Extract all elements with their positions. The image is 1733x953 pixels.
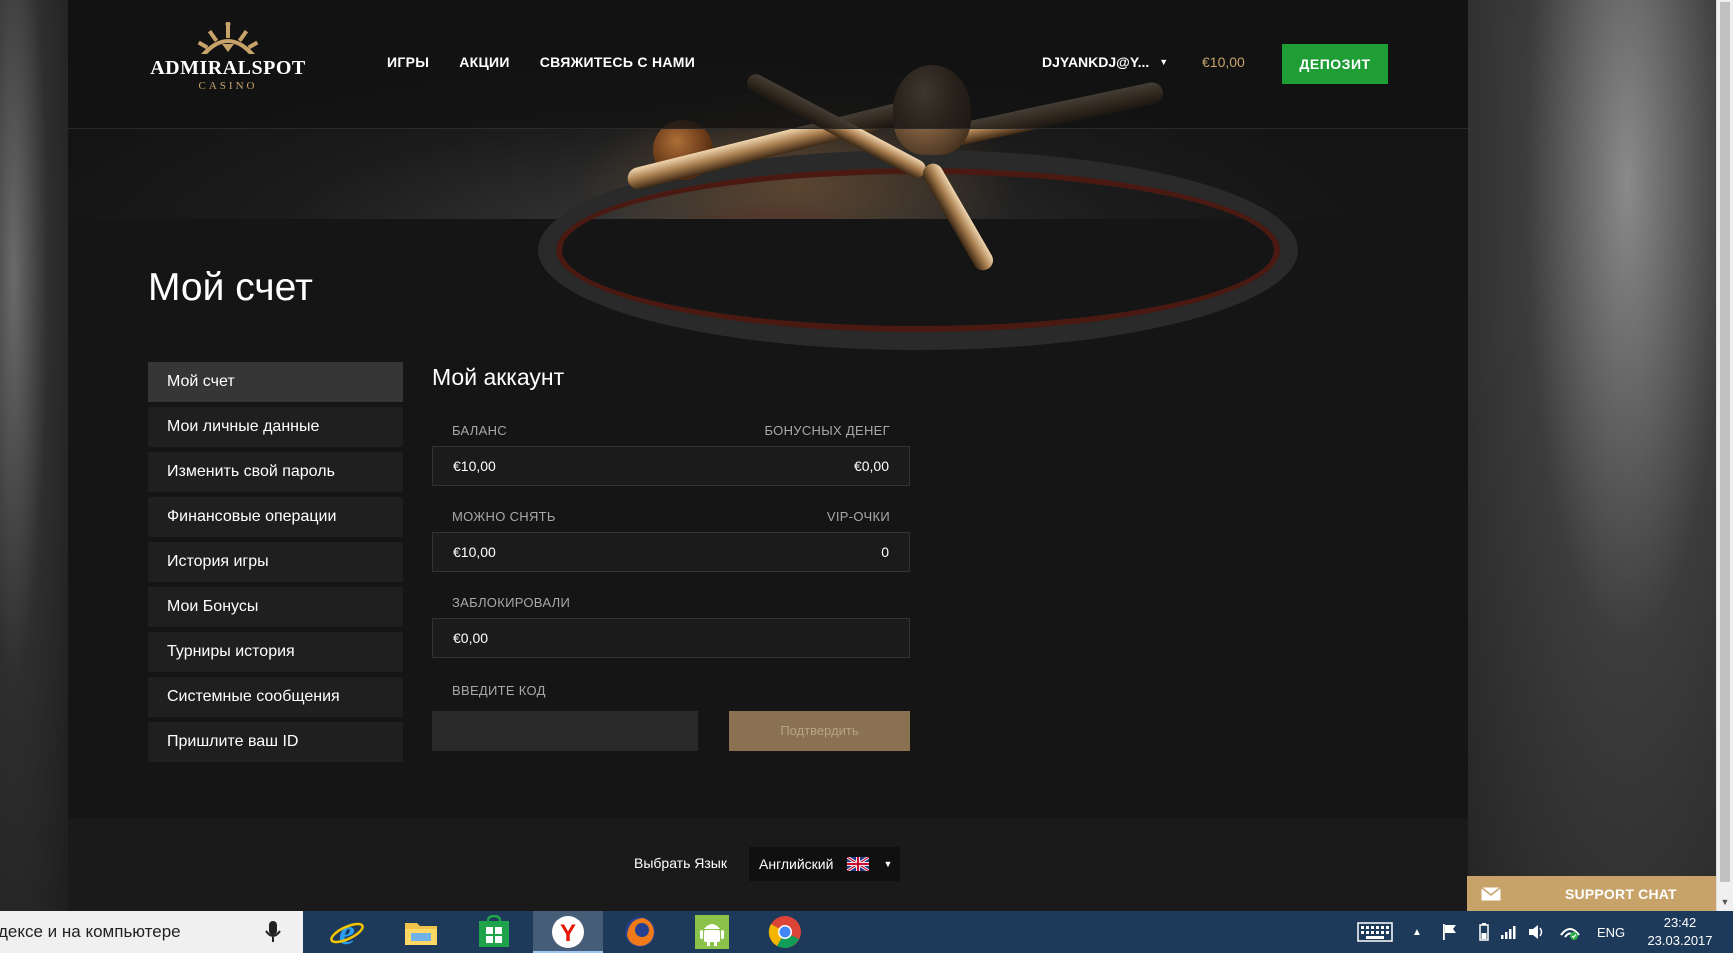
confirm-code-button[interactable]: Подтвердить [729,711,910,751]
envelope-icon [1481,886,1501,900]
menu-item-change-password[interactable]: Изменить свой пароль [148,452,403,492]
uk-flag-icon [847,857,870,871]
svg-text:e: e [339,915,355,949]
svg-text:Y: Y [560,920,576,947]
volume-icon[interactable] [1528,911,1546,953]
firefox-icon[interactable] [620,915,660,949]
withdrawable-label: МОЖНО СНЯТЬ [452,509,556,524]
nav-promotions[interactable]: АКЦИИ [459,54,510,70]
site-footer: Выбрать Язык Английский ▼ [68,818,1468,911]
menu-item-game-history[interactable]: История игры [148,542,403,582]
site-header: ADMIRALSPOT CASINO ИГРЫ АКЦИИ СВЯЖИТЕСЬ … [68,0,1468,129]
account-title: Мой аккаунт [432,364,565,390]
menu-item-my-bonuses[interactable]: Мои Бонусы [148,587,403,627]
menu-item-system-messages[interactable]: Системные сообщения [148,677,403,717]
language-value: Английский [759,856,834,872]
menu-item-financial-operations[interactable]: Финансовые операции [148,497,403,537]
account-panel: Мой аккаунт БАЛАНС БОНУСНЫХ ДЕНЕГ €10,00… [432,362,910,703]
file-explorer-icon[interactable] [401,915,441,949]
logo-brand-text: ADMIRALSPOT [150,57,306,79]
withdraw-labels-row: МОЖНО СНЯТЬ VIP-ОЧКИ [432,509,910,529]
code-label: ВВЕДИТЕ КОД [452,683,546,698]
battery-icon[interactable] [1479,911,1489,953]
internet-explorer-icon[interactable]: e [327,915,367,949]
vertical-scrollbar[interactable]: ▼ [1716,0,1733,911]
withdrawable-value: €10,00 [453,544,496,560]
signal-strength-icon[interactable] [1500,911,1516,953]
page-title: Мой счет [148,266,313,309]
blocked-field: €0,00 [432,618,910,658]
menu-item-tournament-history[interactable]: Турниры история [148,632,403,672]
blocked-labels-row: ЗАБЛОКИРОВАЛИ [432,595,910,615]
windows-taskbar: дексе и на компьютере e Y ▲ ENG 23:42 23… [0,911,1733,953]
language-select[interactable]: Английский ▼ [749,847,900,881]
network-sync-icon[interactable] [1559,911,1581,953]
page-background-right [1468,0,1733,911]
chevron-down-icon: ▼ [1159,57,1169,67]
action-center-flag-icon[interactable] [1441,911,1459,953]
android-icon[interactable] [692,915,732,949]
menu-item-personal-data[interactable]: Мои личные данные [148,407,403,447]
blocked-label: ЗАБЛОКИРОВАЛИ [452,595,571,610]
support-chat-label: SUPPORT CHAT [1565,885,1677,902]
header-balance: €10,00 [1202,54,1245,70]
main-nav: ИГРЫ АКЦИИ СВЯЖИТЕСЬ С НАМИ [387,54,695,70]
blocked-value: €0,00 [453,630,489,646]
promo-code-input[interactable] [432,711,698,751]
menu-item-my-account[interactable]: Мой счет [148,362,403,402]
logo-sub-text: CASINO [198,80,258,92]
ship-wheel-logo-icon [197,22,259,54]
chrome-icon[interactable] [765,915,805,949]
menu-item-send-id[interactable]: Пришлите ваш ID [148,722,403,762]
support-chat-button[interactable]: SUPPORT CHAT [1467,876,1716,911]
clock-date: 23.03.2017 [1647,933,1713,948]
user-menu[interactable]: DJYANKDJ@Y... ▼ [1042,54,1168,70]
scroll-down-arrow-icon[interactable]: ▼ [1717,895,1733,909]
taskbar-search-text: дексе и на компьютере [0,922,181,941]
taskbar-clock[interactable]: 23:42 23.03.2017 [1640,914,1720,950]
balance-label: БАЛАНС [452,423,507,438]
windows-store-icon[interactable] [474,915,514,949]
page-background-left [0,0,68,911]
touch-keyboard-icon[interactable] [1357,911,1393,953]
chevron-down-icon: ▼ [883,859,893,869]
balance-labels-row: БАЛАНС БОНУСНЫХ ДЕНЕГ [432,423,910,443]
clock-time: 23:42 [1663,915,1697,930]
balance-field: €10,00 €0,00 [432,446,910,486]
language-label: Выбрать Язык [634,855,727,871]
scrollbar-thumb[interactable] [1720,2,1730,882]
yandex-browser-icon[interactable]: Y [548,915,588,949]
input-language[interactable]: ENG [1597,911,1625,953]
withdraw-field: €10,00 0 [432,532,910,572]
vip-points-value: 0 [881,544,889,560]
vip-points-label: VIP-ОЧКИ [826,509,890,524]
admiralspot-logo[interactable]: ADMIRALSPOT CASINO [148,22,308,102]
taskbar-search-box[interactable]: дексе и на компьютере [0,911,303,953]
nav-games[interactable]: ИГРЫ [387,54,429,70]
code-labels-row: ВВЕДИТЕ КОД [432,683,910,703]
account-sidebar-menu: Мой счет Мои личные данные Изменить свой… [148,362,403,767]
microphone-icon[interactable] [264,921,282,943]
site-container: ADMIRALSPOT CASINO ИГРЫ АКЦИИ СВЯЖИТЕСЬ … [68,0,1468,911]
user-email: DJYANKDJ@Y... [1042,54,1150,70]
bonus-value: €0,00 [853,458,889,474]
deposit-button[interactable]: ДЕПОЗИТ [1282,44,1388,84]
show-hidden-icons-icon[interactable]: ▲ [1412,911,1422,953]
balance-value: €10,00 [453,458,496,474]
bonus-label: БОНУСНЫХ ДЕНЕГ [764,423,890,438]
nav-contact-us[interactable]: СВЯЖИТЕСЬ С НАМИ [540,54,695,70]
